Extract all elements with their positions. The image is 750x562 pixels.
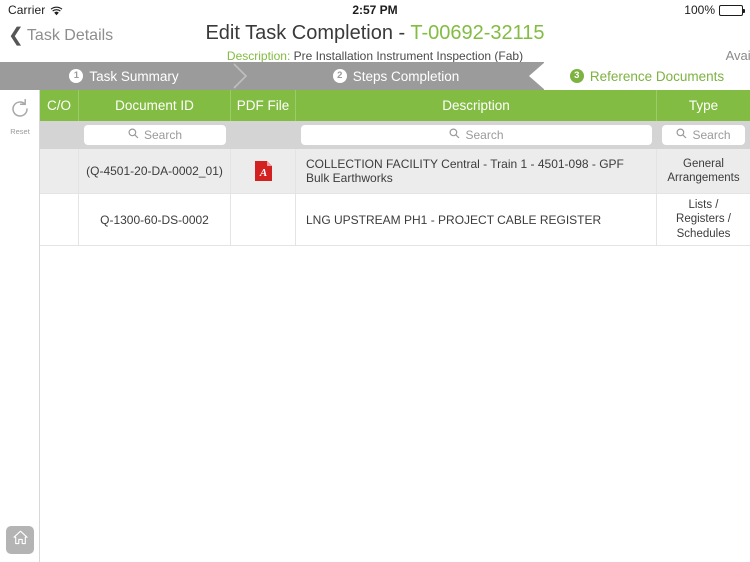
svg-text:A: A — [258, 167, 266, 179]
table-row[interactable]: (Q-4501-20-DA-0002_01) A COLLECTION FACI… — [40, 149, 750, 194]
column-header-type[interactable]: Type — [657, 90, 750, 121]
step-steps-completion[interactable]: 2 Steps Completion — [248, 62, 545, 90]
description-value: Pre Installation Instrument Inspection (… — [293, 49, 524, 63]
description-label: Description: — [226, 49, 291, 63]
filter-cell-pdf-file — [231, 121, 296, 149]
table-filter-row: Search Search Search — [40, 121, 750, 149]
status-bar-right: 100% — [684, 3, 745, 17]
step-task-summary[interactable]: 1 Task Summary — [0, 62, 248, 90]
search-input-description[interactable]: Search — [301, 125, 652, 145]
search-input-type[interactable]: Search — [662, 125, 745, 145]
availability-label: Availab — [725, 48, 750, 63]
battery-full-icon — [719, 4, 745, 16]
battery-percent-label: 100% — [684, 3, 715, 17]
reset-button-label: Reset — [10, 127, 30, 136]
cell-pdf-file[interactable] — [231, 194, 296, 246]
step-separator-icon — [233, 62, 249, 90]
search-icon — [676, 126, 687, 144]
column-header-description[interactable]: Description — [296, 90, 657, 121]
cell-type: Lists / Registers / Schedules — [676, 199, 731, 240]
page-title: Edit Task Completion - T-00692-32115 — [0, 22, 750, 45]
cell-document-id: Q-1300-60-DS-0002 — [79, 194, 231, 246]
table-body: (Q-4501-20-DA-0002_01) A COLLECTION FACI… — [40, 149, 750, 247]
search-input-document-id[interactable]: Search — [84, 125, 226, 145]
home-button[interactable] — [6, 526, 34, 554]
filter-cell-type: Search — [657, 121, 750, 149]
table-header-row: C/O Document ID PDF File Description Typ… — [40, 90, 750, 121]
reset-button[interactable]: Reset — [0, 98, 40, 136]
search-placeholder-type: Search — [692, 128, 731, 142]
cell-document-id: (Q-4501-20-DA-0002_01) — [79, 149, 231, 193]
column-header-pdf-file[interactable]: PDF File — [231, 90, 296, 121]
home-icon — [12, 529, 29, 551]
status-bar-clock: 2:57 PM — [352, 3, 398, 17]
ios-status-bar: Carrier 2:57 PM 100% — [0, 0, 750, 20]
step-2-number: 2 — [332, 69, 347, 83]
step-2-label: Steps Completion — [352, 68, 460, 84]
task-description: Description: Pre Installation Instrument… — [0, 49, 750, 63]
task-id-label: T-00692-32115 — [410, 22, 545, 44]
step-1-number: 1 — [69, 69, 84, 83]
table-row[interactable]: Q-1300-60-DS-0002 LNG UPSTREAM PH1 - PRO… — [40, 194, 750, 247]
step-1-label: Task Summary — [89, 68, 179, 84]
filter-cell-co — [40, 121, 79, 149]
cell-pdf-file[interactable]: A — [231, 149, 296, 193]
cell-co[interactable] — [40, 149, 79, 193]
left-tool-rail: Reset — [0, 90, 40, 562]
column-header-co[interactable]: C/O — [40, 90, 79, 121]
search-icon — [128, 126, 139, 144]
cell-description: COLLECTION FACILITY Central - Train 1 - … — [296, 149, 657, 193]
search-placeholder-document-id: Search — [143, 128, 183, 142]
search-icon — [449, 126, 460, 144]
column-header-document-id[interactable]: Document ID — [79, 90, 231, 121]
page-title-prefix: Edit Task Completion - — [205, 22, 411, 44]
cell-co[interactable] — [40, 194, 79, 246]
cell-type: General Arrangements — [667, 157, 740, 184]
step-3-label: Reference Documents — [589, 68, 725, 84]
filter-cell-document-id: Search — [79, 121, 231, 149]
filter-cell-description: Search — [296, 121, 657, 149]
app-screen: Carrier 2:57 PM 100% ❮ Task Details Edit… — [0, 0, 750, 562]
reference-documents-table: C/O Document ID PDF File Description Typ… — [40, 90, 750, 562]
step-3-number: 3 — [569, 69, 584, 83]
step-breadcrumb-bar: 1 Task Summary 2 Steps Completion 3 Refe… — [0, 62, 750, 90]
refresh-icon — [9, 98, 31, 125]
navigation-bar: ❮ Task Details Edit Task Completion - T-… — [0, 20, 750, 64]
search-placeholder-description: Search — [465, 128, 504, 142]
step-reference-documents[interactable]: 3 Reference Documents — [544, 62, 750, 90]
cell-description: LNG UPSTREAM PH1 - PROJECT CABLE REGISTE… — [296, 194, 657, 246]
pdf-file-icon[interactable]: A — [254, 161, 272, 181]
